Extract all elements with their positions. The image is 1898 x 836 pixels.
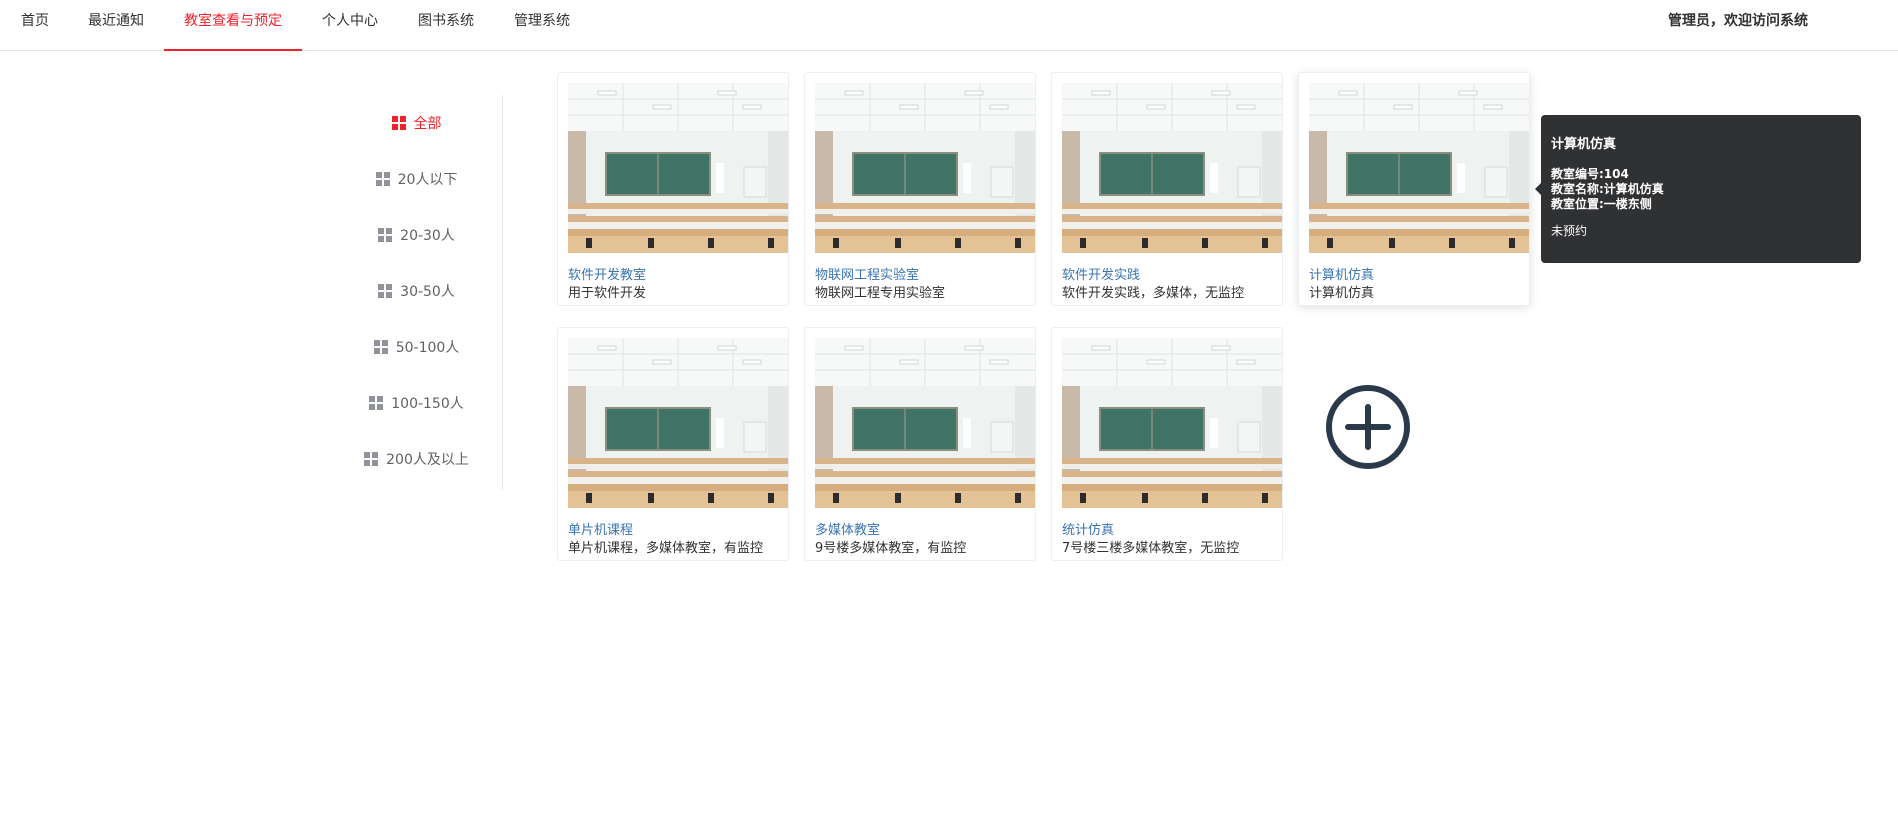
tooltip-room-number: 教室编号:104	[1551, 167, 1629, 181]
nav-classroom-booking[interactable]: 教室查看与预定	[164, 0, 302, 51]
filter-label: 100-150人	[391, 396, 464, 412]
filter-50-100[interactable]: 50-100人	[330, 319, 503, 375]
tooltip-title: 计算机仿真	[1551, 137, 1617, 152]
add-classroom-button[interactable]	[1324, 383, 1412, 471]
room-card[interactable]: 软件开发实践 软件开发实践，多媒体，无监控	[1051, 72, 1283, 306]
room-title[interactable]: 多媒体教室	[815, 519, 880, 538]
room-description: 单片机课程，多媒体教室，有监控	[568, 541, 764, 556]
nav-notices[interactable]: 最近通知	[87, 0, 145, 51]
room-card[interactable]: 物联网工程实验室 物联网工程专用实验室	[804, 72, 1036, 306]
nav-home[interactable]: 首页	[20, 0, 50, 51]
room-description: 9号楼多媒体教室，有监控	[815, 541, 967, 556]
nav-library-system[interactable]: 图书系统	[417, 0, 475, 51]
grid-icon	[373, 340, 388, 354]
classroom-photo	[1062, 338, 1282, 508]
filter-200-plus[interactable]: 200人及以上	[330, 431, 503, 487]
room-description: 软件开发实践，多媒体，无监控	[1062, 286, 1245, 301]
room-card[interactable]: 多媒体教室 9号楼多媒体教室，有监控	[804, 327, 1036, 561]
filter-label: 30-50人	[400, 284, 455, 300]
grid-icon	[378, 228, 393, 242]
room-description: 7号楼三楼多媒体教室，无监控	[1062, 541, 1240, 556]
room-card[interactable]: 软件开发教室 用于软件开发	[557, 72, 789, 306]
classroom-photo	[1062, 83, 1282, 253]
nav-admin-system[interactable]: 管理系统	[513, 0, 571, 51]
classroom-photo	[568, 83, 788, 253]
grid-icon	[378, 284, 393, 298]
room-title[interactable]: 单片机课程	[568, 519, 633, 538]
tooltip-room-name: 教室名称:计算机仿真	[1551, 182, 1664, 196]
filter-under-20[interactable]: 20人以下	[330, 151, 503, 207]
capacity-filter-sidebar: 全部 20人以下 20-30人 30-50人 50-100人 100-150人 …	[330, 95, 503, 490]
classroom-photo	[815, 338, 1035, 508]
room-title[interactable]: 计算机仿真	[1309, 264, 1374, 283]
room-card[interactable]: 统计仿真 7号楼三楼多媒体教室，无监控	[1051, 327, 1283, 561]
filter-label: 200人及以上	[386, 452, 469, 468]
room-title[interactable]: 软件开发实践	[1062, 264, 1140, 283]
grid-icon	[375, 172, 390, 186]
filter-label: 20-30人	[400, 228, 455, 244]
filter-label: 全部	[413, 116, 442, 132]
tooltip-room-location: 教室位置:一楼东侧	[1551, 197, 1652, 211]
filter-30-50[interactable]: 30-50人	[330, 263, 503, 319]
grid-icon	[391, 116, 406, 130]
filter-label: 20人以下	[397, 172, 458, 188]
welcome-message: 管理员，欢迎访问系统	[1668, 13, 1808, 29]
room-card[interactable]: 计算机仿真 计算机仿真	[1298, 72, 1530, 306]
room-description: 物联网工程专用实验室	[815, 286, 946, 301]
grid-icon	[369, 396, 384, 410]
plus-circle-icon	[1326, 385, 1410, 469]
room-description: 用于软件开发	[568, 286, 647, 301]
room-title[interactable]: 物联网工程实验室	[815, 264, 919, 283]
filter-all[interactable]: 全部	[330, 95, 503, 151]
classroom-photo	[815, 83, 1035, 253]
nav-personal-center[interactable]: 个人中心	[321, 0, 379, 51]
room-title[interactable]: 统计仿真	[1062, 519, 1114, 538]
room-card[interactable]: 单片机课程 单片机课程，多媒体教室，有监控	[557, 327, 789, 561]
filter-label: 50-100人	[395, 340, 460, 356]
top-navigation: 首页 最近通知 教室查看与预定 个人中心 图书系统 管理系统 管理员，欢迎访问系…	[0, 0, 1898, 51]
filter-100-150[interactable]: 100-150人	[330, 375, 503, 431]
classroom-photo	[568, 338, 788, 508]
filter-20-30[interactable]: 20-30人	[330, 207, 503, 263]
tooltip-booking-status: 未预约	[1551, 224, 1588, 238]
room-title[interactable]: 软件开发教室	[568, 264, 646, 283]
grid-icon	[364, 452, 379, 466]
room-description: 计算机仿真	[1309, 286, 1375, 301]
classroom-photo	[1309, 83, 1529, 253]
room-info-tooltip: 计算机仿真 教室编号:104 教室名称:计算机仿真 教室位置:一楼东侧 未预约	[1535, 115, 1861, 263]
